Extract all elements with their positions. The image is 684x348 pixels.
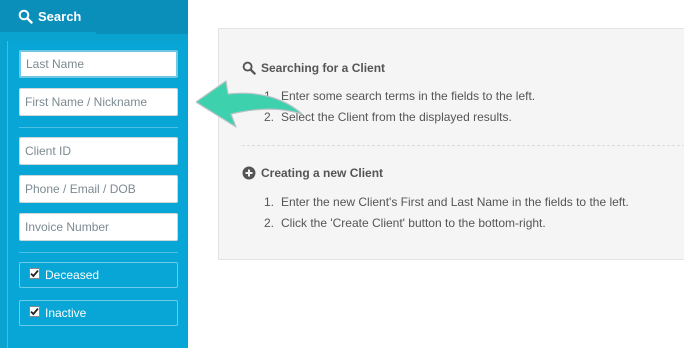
inactive-checkbox-row[interactable]: Inactive: [19, 300, 178, 326]
step-text: Enter some search terms in the fields to…: [281, 89, 536, 103]
deceased-label: Deceased: [45, 268, 100, 282]
create-steps-list: 1. Enter the new Client's First and Last…: [264, 195, 629, 237]
search-form: Deceased Inactive: [7, 41, 187, 348]
search-icon: [18, 9, 33, 24]
search-sidebar: Search Deceased Inactive: [0, 0, 188, 348]
invoice-number-input[interactable]: [19, 213, 178, 241]
phone-email-dob-input[interactable]: [19, 175, 178, 203]
client-id-input[interactable]: [19, 137, 178, 165]
step-text: Click the 'Create Client' button to the …: [281, 216, 546, 230]
search-section-title-text: Searching for a Client: [261, 61, 386, 75]
form-divider: [19, 127, 178, 128]
help-panel: Searching for a Client 1. Enter some sea…: [218, 28, 684, 260]
step-text: Select the Client from the displayed res…: [281, 110, 512, 124]
step-text: Enter the new Client's First and Last Na…: [281, 195, 629, 209]
inactive-checkbox[interactable]: [29, 305, 40, 317]
step-number: 1.: [264, 195, 275, 209]
checkmark-icon: [30, 307, 39, 315]
deceased-checkbox-row[interactable]: Deceased: [19, 262, 178, 288]
step-number: 2.: [264, 216, 275, 230]
hint-arrow-icon: [196, 80, 303, 128]
section-divider: [242, 145, 684, 146]
checkmark-icon: [30, 269, 39, 277]
search-icon: [242, 61, 256, 75]
list-item: 2. Click the 'Create Client' button to t…: [264, 216, 629, 237]
form-divider: [19, 252, 178, 253]
plus-circle-icon: [242, 166, 256, 180]
search-section-title: Searching for a Client: [242, 61, 385, 75]
last-name-input[interactable]: [19, 50, 178, 78]
sidebar-header: Search: [0, 0, 188, 34]
tab-search[interactable]: Search: [0, 0, 96, 34]
deceased-checkbox[interactable]: [29, 267, 40, 279]
first-name-input[interactable]: [19, 88, 178, 116]
create-section-title: Creating a new Client: [242, 166, 383, 180]
list-item: 1. Enter the new Client's First and Last…: [264, 195, 629, 216]
tab-search-label: Search: [38, 8, 82, 24]
create-section-title-text: Creating a new Client: [261, 166, 384, 180]
inactive-label: Inactive: [45, 306, 87, 320]
